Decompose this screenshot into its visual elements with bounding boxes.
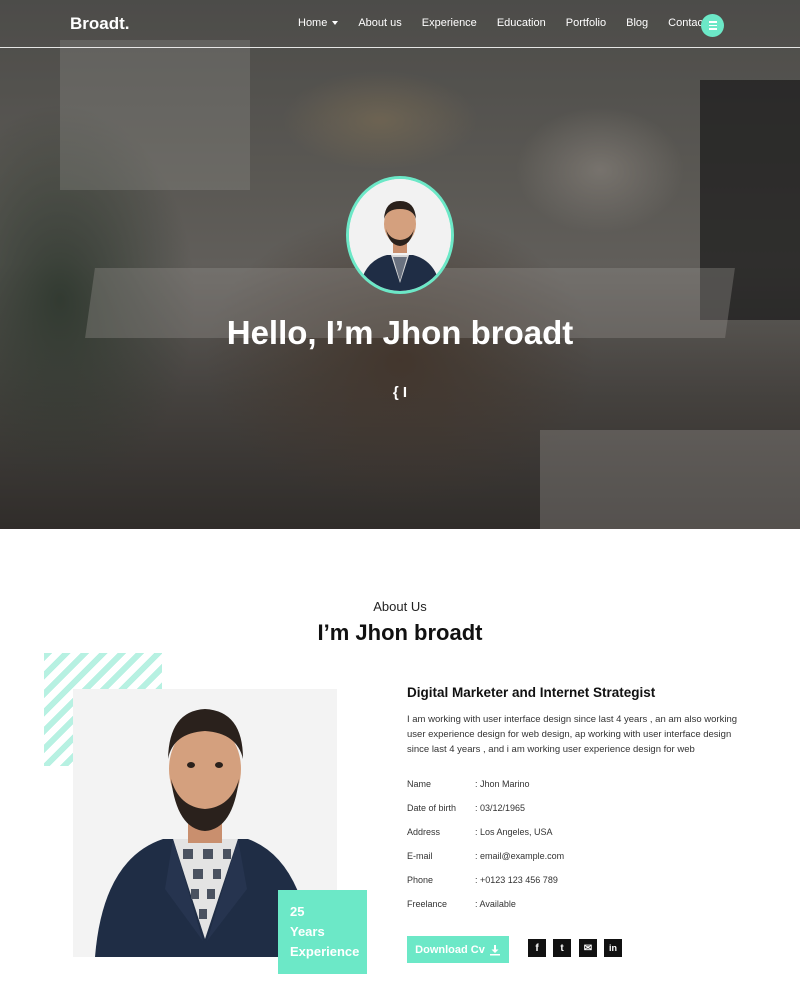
download-cv-button[interactable]: Download Cv	[407, 936, 509, 963]
info-value: : 03/12/1965	[475, 803, 526, 813]
personal-info-table: Name : Jhon Marino Date of birth : 03/12/1…	[407, 779, 564, 923]
hero-avatar	[346, 176, 454, 294]
mail-icon[interactable]: ✉	[579, 939, 597, 957]
nav-menu: Home About us Experience Education Portf…	[298, 17, 726, 29]
hero-typed-text: { I	[392, 384, 408, 401]
info-label: Date of birth	[407, 803, 457, 813]
nav-item-label: Home	[298, 17, 328, 29]
bio-text: I am working with user interface design …	[407, 714, 738, 755]
experience-badge: 25 Years Experience	[278, 890, 367, 974]
info-row: Name : Jhon Marino	[407, 779, 564, 803]
info-label: Freelance	[407, 899, 448, 909]
nav-item-home[interactable]: Home	[298, 17, 339, 29]
info-label: Name	[407, 779, 432, 789]
nav-item-experience[interactable]: Experience	[422, 17, 477, 29]
info-value: : Los Angeles, USA	[475, 827, 553, 837]
nav-item-portfolio[interactable]: Portfolio	[566, 17, 606, 29]
info-value: : Jhon Marino	[475, 779, 530, 789]
navbar: Broadt. Home About us Experience Educati…	[0, 0, 800, 48]
section-kicker: About Us	[373, 599, 427, 614]
person-portrait-icon	[349, 179, 451, 291]
experience-years: 25	[290, 904, 305, 919]
info-row: Freelance : Available	[407, 899, 564, 923]
twitter-icon[interactable]: t	[553, 939, 571, 957]
hamburger-icon[interactable]	[701, 14, 724, 37]
info-row: Phone : +0123 123 456 789	[407, 875, 564, 899]
info-value: : email@example.com	[475, 851, 565, 861]
role-title: Digital Marketer and Internet Strategist	[407, 685, 656, 700]
experience-label: Experience	[290, 944, 360, 959]
info-label: E-mail	[407, 851, 433, 861]
nav-item-blog[interactable]: Blog	[626, 17, 648, 29]
download-icon	[489, 944, 500, 955]
info-row: Address : Los Angeles, USA	[407, 827, 564, 851]
info-row: E-mail : email@example.com	[407, 851, 564, 875]
hero-title: Hello, I’m Jhon broadt	[226, 314, 574, 351]
section-heading: I’m Jhon broadt	[317, 620, 483, 645]
linkedin-icon[interactable]: in	[604, 939, 622, 957]
info-label: Phone	[407, 875, 434, 885]
facebook-icon[interactable]: f	[528, 939, 546, 957]
info-label: Address	[407, 827, 441, 837]
info-value: : +0123 123 456 789	[475, 875, 558, 885]
info-value: : Available	[475, 899, 516, 909]
info-row: Date of birth : 03/12/1965	[407, 803, 564, 827]
experience-unit: Years	[290, 924, 325, 939]
nav-item-education[interactable]: Education	[497, 17, 546, 29]
logo[interactable]: Broadt.	[70, 14, 130, 34]
hero-section: Broadt. Home About us Experience Educati…	[0, 0, 800, 529]
nav-item-about[interactable]: About us	[358, 17, 401, 29]
download-cv-label: Download Cv	[415, 943, 485, 956]
chevron-down-icon	[332, 21, 339, 26]
